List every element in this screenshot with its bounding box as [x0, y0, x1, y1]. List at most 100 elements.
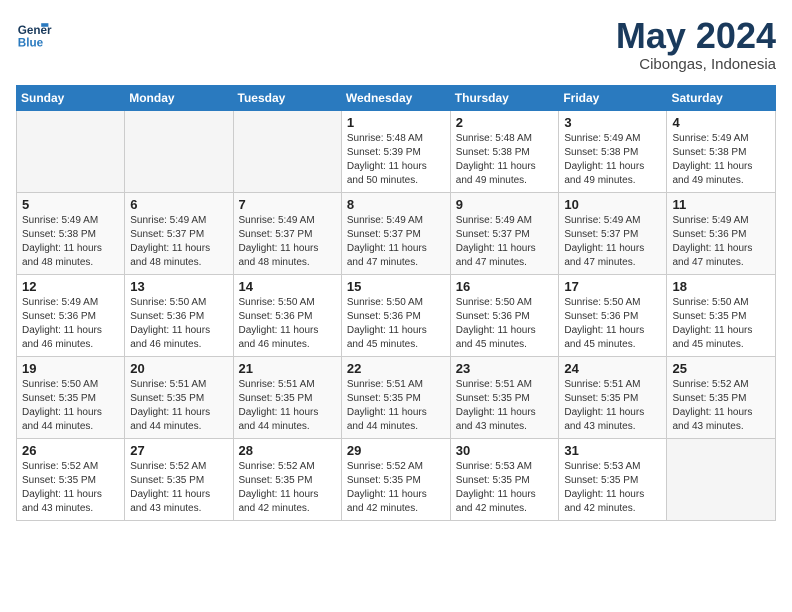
- day-number: 30: [456, 443, 554, 458]
- day-info: Sunrise: 5:52 AM Sunset: 5:35 PM Dayligh…: [130, 460, 227, 516]
- day-number: 27: [130, 443, 227, 458]
- day-number: 26: [22, 443, 119, 458]
- day-info: Sunrise: 5:49 AM Sunset: 5:37 PM Dayligh…: [564, 214, 661, 270]
- day-number: 24: [564, 361, 661, 376]
- calendar-subtitle: Cibongas, Indonesia: [616, 56, 776, 73]
- calendar-cell: [233, 110, 341, 192]
- day-number: 14: [239, 279, 336, 294]
- calendar-cell: 26 Sunrise: 5:52 AM Sunset: 5:35 PM Dayli…: [17, 438, 125, 520]
- day-header-sunday: Sunday: [17, 85, 125, 110]
- day-info: Sunrise: 5:50 AM Sunset: 5:36 PM Dayligh…: [130, 296, 227, 352]
- calendar-cell: 2Sunrise: 5:48 AM Sunset: 5:38 PM Daylig…: [450, 110, 559, 192]
- calendar-week-row: 19 Sunrise: 5:50 AM Sunset: 5:35 PM Dayli…: [17, 356, 776, 438]
- day-info: Sunrise: 5:51 AM Sunset: 5:35 PM Dayligh…: [130, 378, 227, 434]
- calendar-cell: 29 Sunrise: 5:52 AM Sunset: 5:35 PM Dayli…: [341, 438, 450, 520]
- day-number: 31: [564, 443, 661, 458]
- calendar-cell: 3Sunrise: 5:49 AM Sunset: 5:38 PM Daylig…: [559, 110, 667, 192]
- day-info: Sunrise: 5:49 AM Sunset: 5:38 PM Dayligh…: [564, 132, 661, 188]
- title-area: May 2024 Cibongas, Indonesia: [616, 16, 776, 73]
- day-info: Sunrise: 5:51 AM Sunset: 5:35 PM Dayligh…: [347, 378, 445, 434]
- day-info: Sunrise: 5:52 AM Sunset: 5:35 PM Dayligh…: [239, 460, 336, 516]
- day-header-friday: Friday: [559, 85, 667, 110]
- calendar-cell: 27 Sunrise: 5:52 AM Sunset: 5:35 PM Dayli…: [125, 438, 233, 520]
- calendar-cell: 17Sunrise: 5:50 AM Sunset: 5:36 PM Dayli…: [559, 274, 667, 356]
- day-number: 8: [347, 197, 445, 212]
- day-info: Sunrise: 5:49 AM Sunset: 5:36 PM Dayligh…: [672, 214, 770, 270]
- day-header-monday: Monday: [125, 85, 233, 110]
- day-info: Sunrise: 5:52 AM Sunset: 5:35 PM Dayligh…: [672, 378, 770, 434]
- day-number: 12: [22, 279, 119, 294]
- calendar-cell: 30 Sunrise: 5:53 AM Sunset: 5:35 PM Dayli…: [450, 438, 559, 520]
- calendar-cell: 18Sunrise: 5:50 AM Sunset: 5:35 PM Dayli…: [667, 274, 776, 356]
- calendar-cell: 8 Sunrise: 5:49 AM Sunset: 5:37 PM Daylig…: [341, 192, 450, 274]
- calendar-cell: 9 Sunrise: 5:49 AM Sunset: 5:37 PM Daylig…: [450, 192, 559, 274]
- day-info: Sunrise: 5:50 AM Sunset: 5:36 PM Dayligh…: [456, 296, 554, 352]
- day-number: 21: [239, 361, 336, 376]
- day-info: Sunrise: 5:49 AM Sunset: 5:37 PM Dayligh…: [347, 214, 445, 270]
- calendar-cell: 5 Sunrise: 5:49 AM Sunset: 5:38 PM Daylig…: [17, 192, 125, 274]
- calendar-cell: 31 Sunrise: 5:53 AM Sunset: 5:35 PM Dayli…: [559, 438, 667, 520]
- day-number: 23: [456, 361, 554, 376]
- calendar-cell: 28 Sunrise: 5:52 AM Sunset: 5:35 PM Dayli…: [233, 438, 341, 520]
- day-header-wednesday: Wednesday: [341, 85, 450, 110]
- day-number: 10: [564, 197, 661, 212]
- day-number: 25: [672, 361, 770, 376]
- calendar-cell: 15 Sunrise: 5:50 AM Sunset: 5:36 PM Dayli…: [341, 274, 450, 356]
- day-info: Sunrise: 5:49 AM Sunset: 5:38 PM Dayligh…: [22, 214, 119, 270]
- day-info: Sunrise: 5:51 AM Sunset: 5:35 PM Dayligh…: [564, 378, 661, 434]
- calendar-title: May 2024: [616, 16, 776, 56]
- day-number: 4: [672, 115, 770, 130]
- calendar-cell: 19 Sunrise: 5:50 AM Sunset: 5:35 PM Dayli…: [17, 356, 125, 438]
- day-info: Sunrise: 5:53 AM Sunset: 5:35 PM Dayligh…: [456, 460, 554, 516]
- day-info: Sunrise: 5:48 AM Sunset: 5:39 PM Dayligh…: [347, 132, 445, 188]
- day-info: Sunrise: 5:53 AM Sunset: 5:35 PM Dayligh…: [564, 460, 661, 516]
- day-number: 29: [347, 443, 445, 458]
- calendar-cell: 7Sunrise: 5:49 AM Sunset: 5:37 PM Daylig…: [233, 192, 341, 274]
- day-number: 17: [564, 279, 661, 294]
- svg-text:Blue: Blue: [18, 37, 44, 50]
- calendar-cell: [125, 110, 233, 192]
- calendar-week-row: 26 Sunrise: 5:52 AM Sunset: 5:35 PM Dayli…: [17, 438, 776, 520]
- day-info: Sunrise: 5:50 AM Sunset: 5:35 PM Dayligh…: [22, 378, 119, 434]
- logo: General Blue: [16, 16, 52, 52]
- day-info: Sunrise: 5:49 AM Sunset: 5:37 PM Dayligh…: [130, 214, 227, 270]
- day-info: Sunrise: 5:51 AM Sunset: 5:35 PM Dayligh…: [239, 378, 336, 434]
- calendar-week-row: 1 Sunrise: 5:48 AM Sunset: 5:39 PM Daylig…: [17, 110, 776, 192]
- day-number: 13: [130, 279, 227, 294]
- calendar-cell: 12Sunrise: 5:49 AM Sunset: 5:36 PM Dayli…: [17, 274, 125, 356]
- day-info: Sunrise: 5:49 AM Sunset: 5:38 PM Dayligh…: [672, 132, 770, 188]
- calendar-cell: 4 Sunrise: 5:49 AM Sunset: 5:38 PM Daylig…: [667, 110, 776, 192]
- calendar-cell: 24 Sunrise: 5:51 AM Sunset: 5:35 PM Dayli…: [559, 356, 667, 438]
- day-info: Sunrise: 5:50 AM Sunset: 5:35 PM Dayligh…: [672, 296, 770, 352]
- calendar-week-row: 5 Sunrise: 5:49 AM Sunset: 5:38 PM Daylig…: [17, 192, 776, 274]
- day-info: Sunrise: 5:49 AM Sunset: 5:37 PM Dayligh…: [456, 214, 554, 270]
- calendar-cell: 25 Sunrise: 5:52 AM Sunset: 5:35 PM Dayli…: [667, 356, 776, 438]
- day-number: 9: [456, 197, 554, 212]
- calendar-cell: 21 Sunrise: 5:51 AM Sunset: 5:35 PM Dayli…: [233, 356, 341, 438]
- day-number: 6: [130, 197, 227, 212]
- calendar-week-row: 12Sunrise: 5:49 AM Sunset: 5:36 PM Dayli…: [17, 274, 776, 356]
- calendar-header-row: SundayMondayTuesdayWednesdayThursdayFrid…: [17, 85, 776, 110]
- header: General Blue May 2024 Cibongas, Indonesi…: [16, 16, 776, 73]
- day-header-tuesday: Tuesday: [233, 85, 341, 110]
- day-number: 5: [22, 197, 119, 212]
- calendar-body: 1 Sunrise: 5:48 AM Sunset: 5:39 PM Daylig…: [17, 110, 776, 520]
- day-header-saturday: Saturday: [667, 85, 776, 110]
- day-number: 16: [456, 279, 554, 294]
- day-header-thursday: Thursday: [450, 85, 559, 110]
- calendar-cell: 22Sunrise: 5:51 AM Sunset: 5:35 PM Dayli…: [341, 356, 450, 438]
- day-number: 15: [347, 279, 445, 294]
- logo-icon: General Blue: [16, 16, 52, 52]
- day-number: 1: [347, 115, 445, 130]
- day-info: Sunrise: 5:52 AM Sunset: 5:35 PM Dayligh…: [347, 460, 445, 516]
- calendar-cell: [667, 438, 776, 520]
- day-info: Sunrise: 5:50 AM Sunset: 5:36 PM Dayligh…: [239, 296, 336, 352]
- calendar-cell: 16 Sunrise: 5:50 AM Sunset: 5:36 PM Dayli…: [450, 274, 559, 356]
- day-info: Sunrise: 5:50 AM Sunset: 5:36 PM Dayligh…: [347, 296, 445, 352]
- day-info: Sunrise: 5:52 AM Sunset: 5:35 PM Dayligh…: [22, 460, 119, 516]
- day-number: 19: [22, 361, 119, 376]
- day-info: Sunrise: 5:49 AM Sunset: 5:37 PM Dayligh…: [239, 214, 336, 270]
- day-info: Sunrise: 5:48 AM Sunset: 5:38 PM Dayligh…: [456, 132, 554, 188]
- day-number: 11: [672, 197, 770, 212]
- day-number: 28: [239, 443, 336, 458]
